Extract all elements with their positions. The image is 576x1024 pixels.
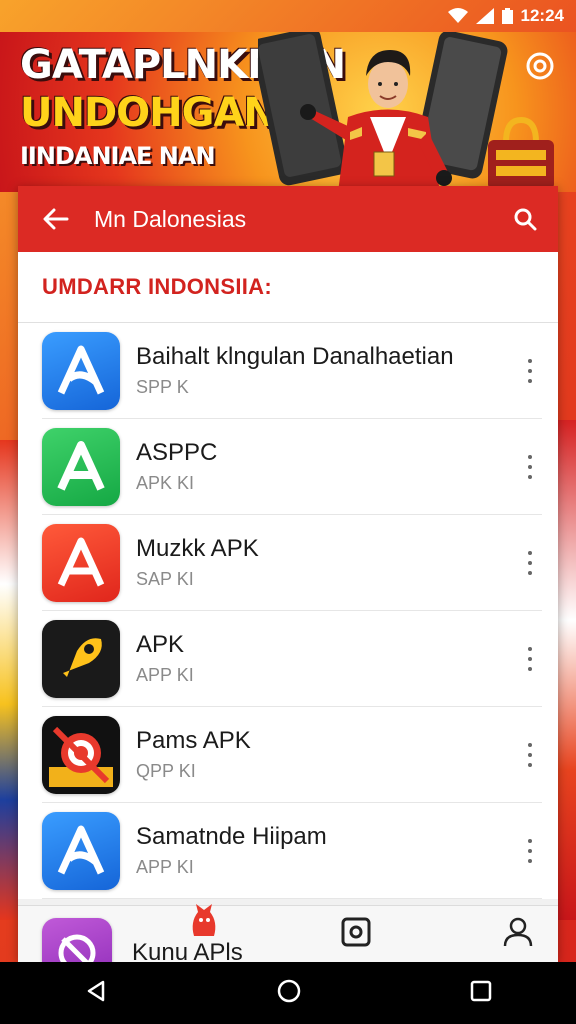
list-item[interactable]: Pams APK QPP KI <box>42 707 542 803</box>
blue-a-icon <box>42 811 120 890</box>
more-options-button[interactable] <box>522 551 538 575</box>
square-recents-icon <box>470 980 492 1001</box>
settings-button[interactable] <box>524 50 556 82</box>
more-options-button[interactable] <box>522 743 538 767</box>
app-name: APK <box>136 631 185 658</box>
app-bar: Mn Dalonesias <box>18 186 558 252</box>
banner-subheadline: UNDOHGAN <box>20 90 277 136</box>
more-options-button[interactable] <box>522 839 538 863</box>
fox-badge-icon <box>192 904 216 936</box>
search-button[interactable] <box>506 200 544 238</box>
system-navigation-bar <box>0 962 576 1024</box>
user-icon <box>503 917 533 947</box>
nav-home-button[interactable] <box>276 978 302 1009</box>
app-subtitle: APP KI <box>136 857 194 877</box>
list-item[interactable]: ASPPC APK KI <box>42 419 542 515</box>
app-name: Pams APK <box>136 727 251 754</box>
app-name: Muzkk APK <box>136 535 259 562</box>
list-item[interactable]: Baihalt klngulan Danalhaetian SPP K <box>42 323 542 419</box>
status-time: 12:24 <box>520 6 564 25</box>
promo-banner[interactable]: GATAPLNKNON UNDOHGAN IINDANIAE NAN <box>0 32 576 192</box>
app-list: Baihalt klngulan Danalhaetian SPP K ASPP… <box>18 323 558 899</box>
arrow-left-icon <box>43 208 69 230</box>
banner-tagline: IINDANIAE NAN <box>20 142 216 170</box>
circle-home-icon <box>277 979 301 1002</box>
section-title: UMDARR INDONSIIA: <box>18 252 558 323</box>
target-icon <box>42 715 120 794</box>
app-name: Samatnde Hiipam <box>136 823 327 850</box>
status-bar: 12:24 <box>0 0 576 32</box>
rocket-icon <box>42 619 120 698</box>
red-a-icon <box>42 523 120 602</box>
left-decoration <box>0 440 20 920</box>
camera-icon <box>341 917 371 947</box>
signal-icon <box>475 8 494 24</box>
app-subtitle: APP KI <box>136 665 194 685</box>
bottom-tab-bar: Kunu APls <box>18 904 558 962</box>
right-decoration <box>556 420 576 920</box>
purple-app-icon <box>42 918 112 962</box>
app-subtitle: APK KI <box>136 473 195 493</box>
app-name: Baihalt klngulan Danalhaetian <box>136 343 454 370</box>
app-list-card: Mn Dalonesias UMDARR INDONSIIA: Baihalt … <box>18 186 558 962</box>
app-subtitle: SPP K <box>136 377 189 397</box>
back-button[interactable] <box>36 199 76 239</box>
nav-recents-button[interactable] <box>470 980 492 1007</box>
app-subtitle: SAP KI <box>136 569 194 589</box>
app-name: Kunu APls <box>132 939 243 962</box>
list-item[interactable]: APK APP KI <box>42 611 542 707</box>
wifi-icon <box>447 8 468 23</box>
list-item[interactable]: Samatnde Hiipam APP KI <box>42 803 542 899</box>
more-options-button[interactable] <box>522 647 538 671</box>
more-options-button[interactable] <box>522 455 538 479</box>
tab-camera[interactable] <box>340 916 372 953</box>
blue-a-icon <box>42 331 120 410</box>
app-subtitle: QPP KI <box>136 761 196 781</box>
shopping-lock-icon <box>488 116 554 190</box>
more-options-button[interactable] <box>522 359 538 383</box>
mascot-illustration <box>258 32 508 192</box>
gear-icon <box>526 52 554 80</box>
tab-profile[interactable] <box>502 916 534 953</box>
green-a-icon <box>42 427 120 506</box>
list-item[interactable]: Muzkk APK SAP KI <box>42 515 542 611</box>
battery-icon <box>501 8 513 24</box>
triangle-back-icon <box>87 980 105 1001</box>
nav-back-button[interactable] <box>84 979 108 1008</box>
search-icon <box>514 208 537 231</box>
app-bar-title: Mn Dalonesias <box>94 205 247 232</box>
app-name: ASPPC <box>136 439 218 466</box>
